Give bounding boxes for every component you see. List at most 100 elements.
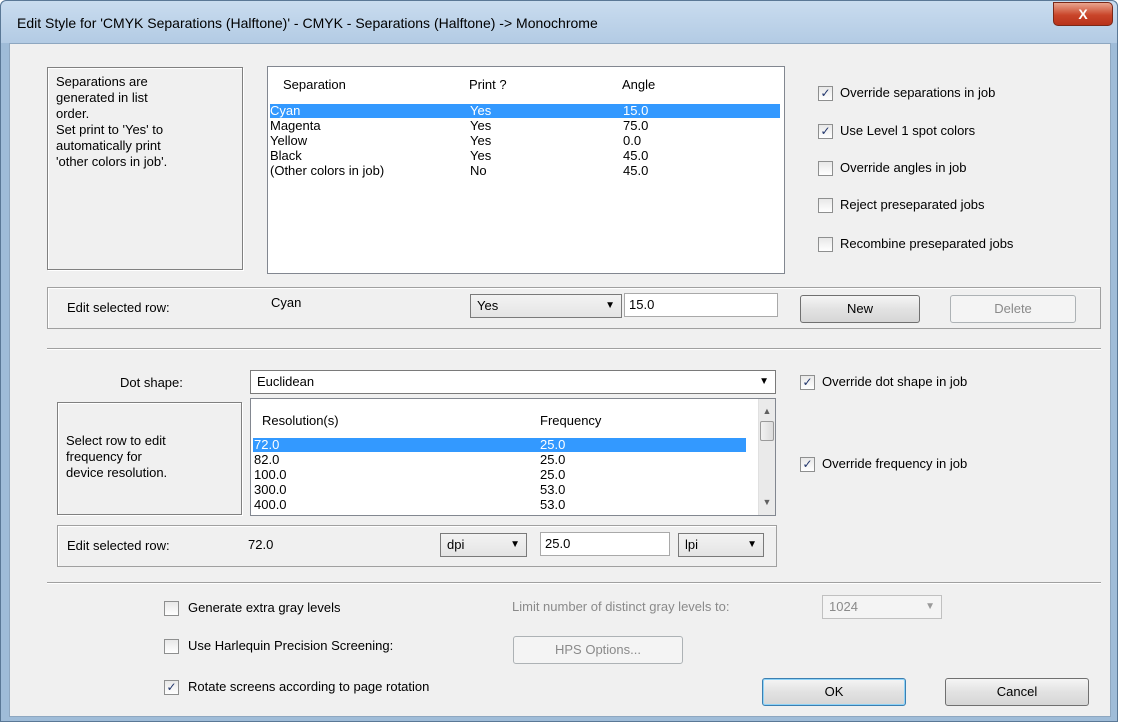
checkmark-icon: ✓ bbox=[166, 680, 177, 694]
separation-angle: 0.0 bbox=[623, 133, 642, 148]
frequency-row[interactable]: 100.0 25.0 bbox=[253, 468, 746, 482]
checkmark-icon: ✓ bbox=[802, 375, 813, 389]
ok-button[interactable]: OK bbox=[762, 678, 906, 706]
separation-row-other-colors[interactable]: (Other colors in job) No 45.0 bbox=[270, 164, 780, 178]
separation-angle-input[interactable]: 15.0 bbox=[624, 293, 778, 317]
frequency-edit-row-resolution: 72.0 bbox=[248, 537, 274, 552]
frequency-unit-select[interactable]: lpi ▼ bbox=[678, 533, 764, 557]
separation-name: Magenta bbox=[270, 118, 321, 133]
dot-shape-value: Euclidean bbox=[257, 374, 315, 389]
separation-print: Yes bbox=[470, 118, 492, 133]
gray-levels-limit-select[interactable]: 1024 ▼ bbox=[822, 595, 942, 619]
separation-edit-row-name: Cyan bbox=[271, 295, 302, 310]
override-separations-checkbox[interactable]: ✓ bbox=[818, 86, 833, 101]
resolution-unit-select[interactable]: dpi ▼ bbox=[440, 533, 527, 557]
frequency-list-scrollbar[interactable]: ▲ ▼ bbox=[758, 399, 775, 515]
frequency-input[interactable]: 25.0 bbox=[540, 532, 670, 556]
override-frequency-checkbox[interactable]: ✓ bbox=[800, 457, 815, 472]
rotate-screens-label[interactable]: Rotate screens according to page rotatio… bbox=[188, 679, 429, 694]
chevron-down-icon: ▼ bbox=[510, 539, 520, 550]
separation-row-yellow[interactable]: Yellow Yes 0.0 bbox=[270, 134, 780, 148]
separation-angle: 45.0 bbox=[623, 163, 649, 178]
resolution-value: 72.0 bbox=[254, 437, 280, 452]
override-dot-shape-label[interactable]: Override dot shape in job bbox=[822, 374, 967, 389]
frequency-value: 25.0 bbox=[540, 437, 566, 452]
reject-preseparated-checkbox[interactable] bbox=[818, 198, 833, 213]
column-header-print[interactable]: Print ? bbox=[469, 77, 507, 92]
separations-note-line: automatically print bbox=[56, 138, 161, 153]
separation-angle: 45.0 bbox=[623, 148, 649, 163]
resolution-unit-value: dpi bbox=[447, 537, 465, 552]
use-level1-spot-colors-label[interactable]: Use Level 1 spot colors bbox=[840, 123, 975, 138]
override-dot-shape-checkbox[interactable]: ✓ bbox=[800, 375, 815, 390]
checkmark-icon: ✓ bbox=[820, 86, 831, 100]
resolution-value: 300.0 bbox=[254, 482, 287, 497]
frequency-unit-value: lpi bbox=[685, 537, 699, 552]
separation-print: Yes bbox=[470, 103, 492, 118]
column-header-resolution[interactable]: Resolution(s) bbox=[262, 413, 339, 428]
scrollbar-thumb[interactable] bbox=[760, 421, 774, 441]
rotate-screens-checkbox[interactable]: ✓ bbox=[164, 680, 179, 695]
cancel-button[interactable]: Cancel bbox=[945, 678, 1089, 706]
separation-name: Yellow bbox=[270, 133, 308, 148]
column-header-angle[interactable]: Angle bbox=[622, 77, 655, 92]
close-button[interactable]: X bbox=[1053, 2, 1113, 26]
title-bar[interactable]: Edit Style for 'CMYK Separations (Halfto… bbox=[1, 1, 1117, 43]
separator-line bbox=[47, 348, 1101, 350]
frequency-note-line: Select row to edit bbox=[66, 433, 166, 448]
separation-row-cyan[interactable]: Cyan Yes 15.0 bbox=[270, 104, 780, 118]
separation-angle: 15.0 bbox=[623, 103, 649, 118]
harlequin-precision-screening-label[interactable]: Use Harlequin Precision Screening: bbox=[188, 638, 393, 653]
delete-separation-button[interactable]: Delete bbox=[950, 295, 1076, 323]
frequency-row[interactable]: 300.0 53.0 bbox=[253, 483, 746, 497]
recombine-preseparated-checkbox[interactable] bbox=[818, 237, 833, 252]
override-angles-label[interactable]: Override angles in job bbox=[840, 160, 966, 175]
frequency-list[interactable]: Resolution(s) Frequency 72.0 25.0 82.0 2… bbox=[250, 398, 776, 516]
separation-row-magenta[interactable]: Magenta Yes 75.0 bbox=[270, 119, 780, 133]
separations-note: Separations are generated in list order.… bbox=[47, 67, 243, 270]
chevron-down-icon: ▼ bbox=[759, 376, 769, 387]
column-header-frequency[interactable]: Frequency bbox=[540, 413, 601, 428]
reject-preseparated-label[interactable]: Reject preseparated jobs bbox=[840, 197, 985, 212]
resolution-value: 100.0 bbox=[254, 467, 287, 482]
scroll-down-icon[interactable]: ▼ bbox=[759, 494, 775, 511]
generate-extra-gray-levels-checkbox[interactable] bbox=[164, 601, 179, 616]
frequency-row[interactable]: 400.0 53.0 bbox=[253, 498, 746, 510]
column-header-separation[interactable]: Separation bbox=[283, 77, 346, 92]
hps-options-button[interactable]: HPS Options... bbox=[513, 636, 683, 664]
separations-note-line: generated in list bbox=[56, 90, 148, 105]
frequency-edit-row-label: Edit selected row: bbox=[67, 538, 170, 553]
frequency-row[interactable]: 82.0 25.0 bbox=[253, 453, 746, 467]
separation-row-black[interactable]: Black Yes 45.0 bbox=[270, 149, 780, 163]
resolution-value: 82.0 bbox=[254, 452, 280, 467]
new-separation-button[interactable]: New bbox=[800, 295, 920, 323]
separations-note-line: Set print to 'Yes' to bbox=[56, 122, 164, 137]
frequency-note-line: device resolution. bbox=[66, 465, 168, 480]
override-separations-label[interactable]: Override separations in job bbox=[840, 85, 995, 100]
gray-levels-limit-label: Limit number of distinct gray levels to: bbox=[512, 599, 730, 614]
chevron-down-icon: ▼ bbox=[605, 300, 615, 311]
chevron-down-icon: ▼ bbox=[925, 601, 935, 612]
recombine-preseparated-label[interactable]: Recombine preseparated jobs bbox=[840, 236, 1013, 251]
use-level1-spot-colors-checkbox[interactable]: ✓ bbox=[818, 124, 833, 139]
frequency-value: 53.0 bbox=[540, 482, 566, 497]
resolution-value: 400.0 bbox=[254, 498, 287, 510]
separations-list[interactable]: Separation Print ? Angle Cyan Yes 15.0 M… bbox=[267, 66, 785, 274]
frequency-value: 53.0 bbox=[540, 498, 566, 510]
override-angles-checkbox[interactable] bbox=[818, 161, 833, 176]
separator-line bbox=[47, 582, 1101, 584]
frequency-note-line: frequency for bbox=[66, 449, 142, 464]
generate-extra-gray-levels-label[interactable]: Generate extra gray levels bbox=[188, 600, 340, 615]
frequency-row[interactable]: 72.0 25.0 bbox=[253, 438, 746, 452]
dot-shape-select[interactable]: Euclidean ▼ bbox=[250, 370, 776, 394]
scroll-up-icon[interactable]: ▲ bbox=[759, 403, 775, 420]
close-icon: X bbox=[1078, 6, 1088, 22]
override-frequency-label[interactable]: Override frequency in job bbox=[822, 456, 967, 471]
frequency-note: Select row to edit frequency for device … bbox=[57, 402, 242, 515]
chevron-down-icon: ▼ bbox=[747, 539, 757, 550]
window-title: Edit Style for 'CMYK Separations (Halfto… bbox=[17, 15, 598, 31]
separation-print-select[interactable]: Yes ▼ bbox=[470, 294, 622, 318]
dialog-window: Edit Style for 'CMYK Separations (Halfto… bbox=[0, 0, 1118, 722]
checkmark-icon: ✓ bbox=[820, 124, 831, 138]
harlequin-precision-screening-checkbox[interactable] bbox=[164, 639, 179, 654]
